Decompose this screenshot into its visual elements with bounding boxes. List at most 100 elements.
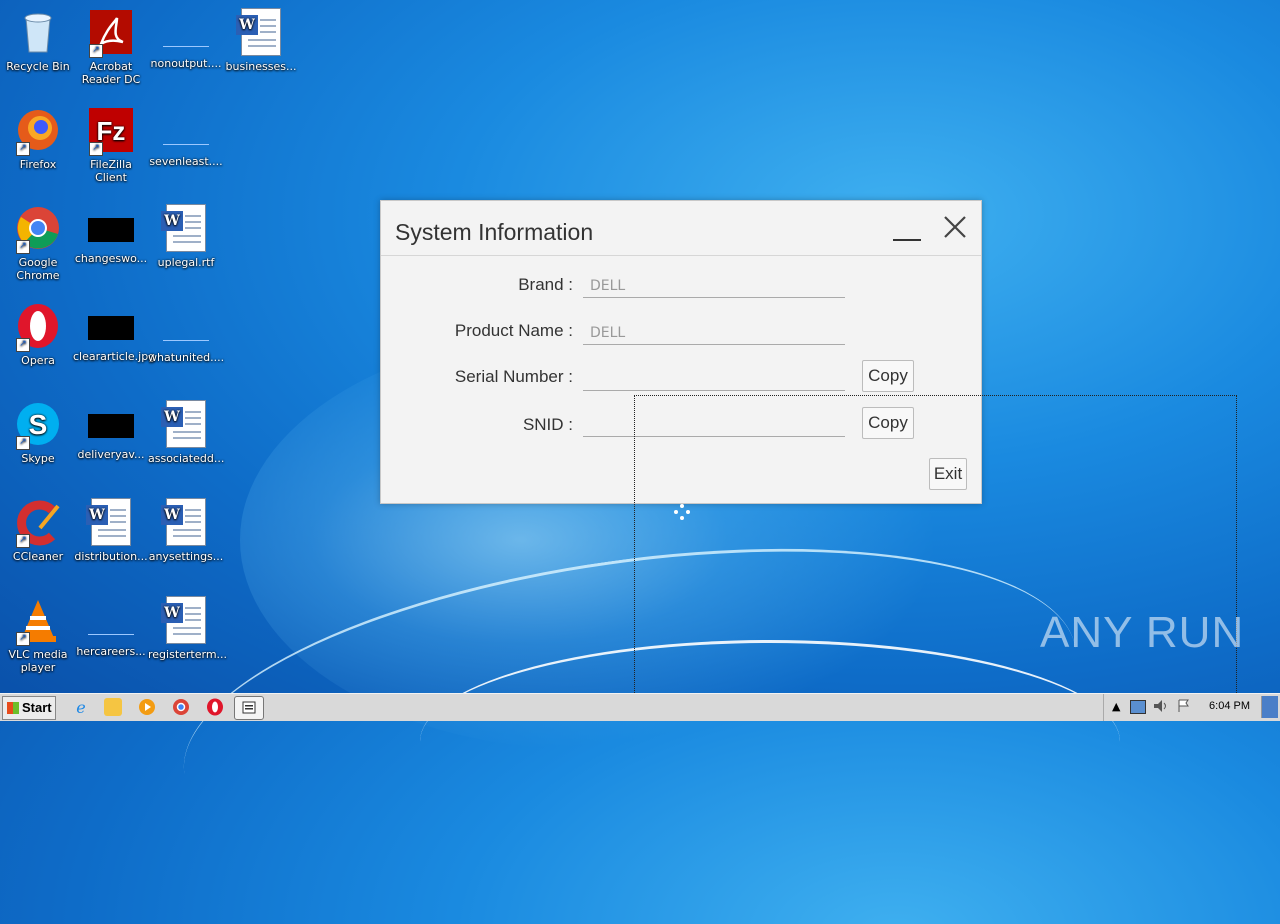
start-button[interactable]: Start [2, 696, 56, 720]
desktop-icon-label: whatunited.... [148, 351, 225, 364]
svg-text:e: e [76, 698, 85, 716]
desktop-icon-vlc[interactable]: ↗ VLC media player [0, 596, 76, 674]
desktop-icon-label: businesses... [225, 60, 297, 73]
recycle-bin-icon [14, 8, 62, 56]
desktop-icon-file[interactable]: changeswo... [73, 204, 149, 265]
opera-taskbar-icon[interactable] [206, 698, 224, 716]
desktop-icon-label: deliveryav... [77, 448, 145, 461]
desktop-icon-file[interactable]: W businesses... [223, 8, 299, 73]
minimize-button[interactable] [893, 227, 921, 241]
desktop-icon-file[interactable]: cleararticle.jpg [73, 302, 156, 363]
word-doc-icon: W [236, 8, 285, 56]
svg-text:S: S [29, 409, 48, 440]
clock[interactable]: 6:04 PM [1209, 700, 1250, 712]
shortcut-arrow-icon: ↗ [89, 142, 103, 156]
brand-label: Brand : [518, 275, 573, 294]
action-center-flag-icon[interactable] [1176, 698, 1192, 718]
file-icon [88, 610, 134, 635]
shortcut-arrow-icon: ↗ [16, 240, 30, 254]
shortcut-arrow-icon: ↗ [16, 338, 30, 352]
desktop-icon-ccleaner[interactable]: ↗ CCleaner [0, 498, 76, 563]
chrome-taskbar-icon[interactable] [172, 698, 190, 716]
explorer-icon[interactable] [104, 698, 122, 716]
desktop-icon-file[interactable]: sevenleast.... [148, 106, 224, 168]
close-button[interactable] [941, 213, 969, 241]
active-app-button[interactable] [234, 696, 264, 720]
product-name-label: Product Name : [454, 321, 573, 340]
desktop-icon-filezilla[interactable]: Fz ↗ FileZilla Client [73, 106, 149, 184]
acrobat-icon: ↗ [87, 8, 135, 58]
taskbar: Start e ▲ 6:04 PM [0, 693, 1280, 721]
desktop-icon-label: uplegal.rtf [157, 256, 215, 269]
media-player-icon[interactable] [138, 698, 156, 716]
desktop-icon-skype[interactable]: S ↗ Skype [0, 400, 76, 465]
desktop-icon-firefox[interactable]: ↗ Firefox [0, 106, 76, 171]
desktop-icon-file[interactable]: W anysettings... [148, 498, 224, 563]
file-icon [163, 120, 209, 145]
system-tray: ▲ 6:04 PM [1103, 694, 1280, 721]
desktop-icon-label: nonoutput.... [150, 57, 222, 70]
desktop-icon-label: Skype [21, 452, 55, 465]
opera-icon: ↗ [14, 302, 62, 352]
desktop-icon-file[interactable]: W registerterm... [148, 596, 228, 661]
copy-serial-button[interactable]: Copy [862, 360, 914, 392]
desktop-icon-file[interactable]: W associatedd... [148, 400, 224, 465]
watermark: ANY RUN [1040, 608, 1245, 657]
desktop-icon-acrobat[interactable]: ↗ Acrobat Reader DC [73, 8, 149, 86]
desktop-icon-label: anysettings... [148, 550, 224, 563]
chrome-icon: ↗ [14, 204, 62, 254]
desktop-icon-label: Opera [21, 354, 55, 367]
desktop-icon-file[interactable]: W distribution... [73, 498, 149, 563]
desktop-icon-label: associatedd... [148, 452, 225, 465]
desktop-icon-recycle-bin[interactable]: Recycle Bin [0, 8, 76, 73]
desktop-icon-label: Google Chrome [16, 256, 60, 282]
desktop-icon-label: VLC media player [8, 648, 68, 674]
desktop-icon-file[interactable]: nonoutput.... [148, 8, 224, 70]
app-window-icon [242, 701, 256, 714]
show-desktop-button[interactable] [1261, 696, 1278, 718]
start-label: Start [22, 700, 52, 715]
brand-field[interactable]: DELL [583, 274, 845, 298]
desktop-icon-label: Firefox [19, 158, 57, 171]
desktop-icon-label: registerterm... [148, 648, 228, 661]
image-file-icon [88, 316, 134, 340]
file-icon [163, 22, 209, 47]
show-hidden-icons-icon[interactable]: ▲ [1112, 700, 1120, 713]
ie-icon[interactable]: e [72, 698, 90, 717]
word-doc-icon: W [161, 400, 210, 448]
desktop-icon-opera[interactable]: ↗ Opera [0, 302, 76, 367]
shortcut-arrow-icon: ↗ [16, 632, 30, 646]
shortcut-arrow-icon: ↗ [89, 44, 103, 58]
image-file-icon [88, 414, 134, 438]
snid-label: SNID : [522, 415, 573, 434]
title-separator [381, 255, 981, 256]
word-doc-icon: W [161, 204, 210, 252]
dialog-title: System Information [395, 219, 594, 245]
product-name-field[interactable]: DELL [583, 321, 845, 345]
desktop-icon-label: cleararticle.jpg [73, 350, 156, 363]
network-icon[interactable] [1130, 700, 1146, 714]
image-file-icon [88, 218, 134, 242]
desktop-icon-file[interactable]: whatunited.... [148, 302, 224, 364]
desktop-icon-file[interactable]: W uplegal.rtf [148, 204, 224, 269]
word-doc-icon: W [86, 498, 135, 546]
desktop-icon-label: CCleaner [12, 550, 64, 563]
shortcut-arrow-icon: ↗ [16, 436, 30, 450]
shortcut-arrow-icon: ↗ [16, 142, 30, 156]
volume-icon[interactable] [1152, 698, 1168, 718]
filezilla-icon: Fz ↗ [87, 106, 135, 156]
desktop-icon-label: changeswo... [74, 252, 148, 265]
word-doc-icon: W [161, 596, 210, 644]
desktop-icon-label: hercareers... [76, 645, 146, 658]
desktop-icon-chrome[interactable]: ↗ Google Chrome [0, 204, 76, 282]
desktop-icon-file[interactable]: hercareers... [73, 596, 149, 658]
word-doc-icon: W [161, 498, 210, 546]
desktop-icon-label: Recycle Bin [6, 60, 70, 73]
serial-number-field[interactable] [583, 367, 845, 391]
close-icon [944, 216, 966, 238]
desktop-icon-label: distribution... [74, 550, 148, 563]
ccleaner-icon: ↗ [14, 498, 62, 548]
desktop-icon-file[interactable]: deliveryav... [73, 400, 149, 461]
serial-number-label: Serial Number : [454, 367, 573, 386]
windows-logo-icon [7, 702, 19, 714]
